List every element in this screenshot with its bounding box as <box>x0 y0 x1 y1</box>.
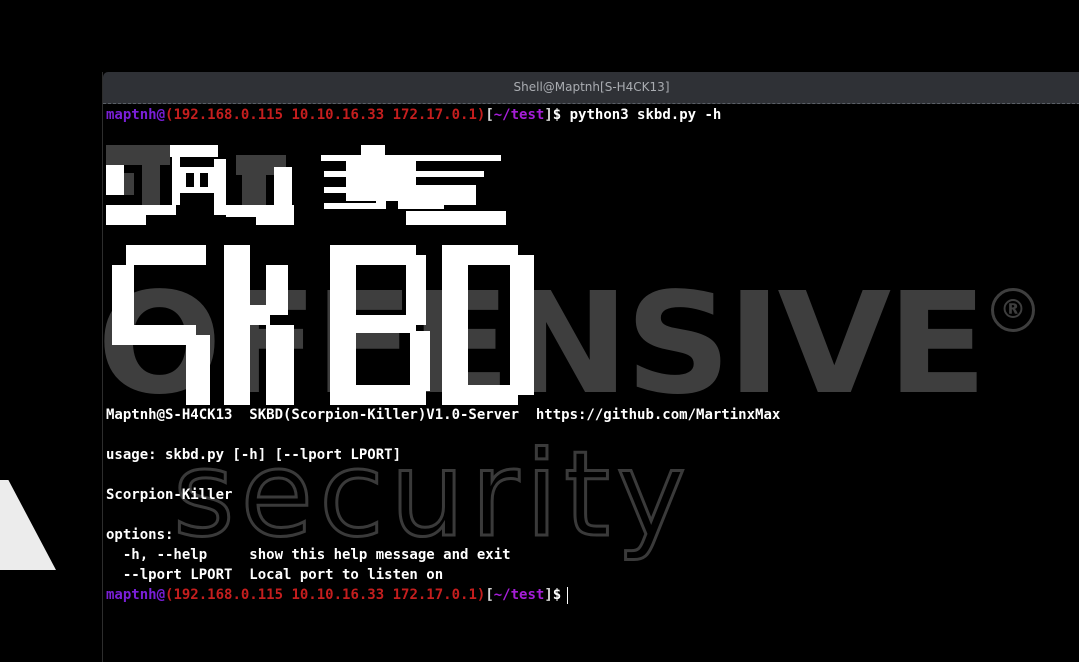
skbd-ascii-banner <box>106 145 534 405</box>
title-bar[interactable]: Shell@Maptnh[S-H4CK13] <box>103 72 1079 104</box>
window-title: Shell@Maptnh[S-H4CK13] <box>513 80 670 94</box>
usage-line: usage: skbd.py [-h] [--lport LPORT] <box>106 447 402 463</box>
watermark-registered-mark: ® <box>991 288 1035 332</box>
description-line: Scorpion-Killer <box>106 487 233 503</box>
options-header: options: <box>106 527 174 543</box>
prompt-path: ~/test <box>493 107 545 123</box>
terminal-area[interactable]: OFFENSIVE ® security maptnh@(192.168.0.1… <box>103 105 1079 662</box>
prompt-sign: $ <box>552 587 562 603</box>
terminal-window[interactable]: Shell@Maptnh[S-H4CK13] OFFENSIVE ® secur… <box>102 72 1079 662</box>
text-cursor <box>567 586 569 604</box>
option-help: -h, --help show this help message and ex… <box>106 547 511 563</box>
prompt-bracket-open: [ <box>485 107 494 123</box>
prompt-bracket-close: ] <box>544 107 553 123</box>
prompt-bracket-open: [ <box>485 587 494 603</box>
command-line: maptnh@(192.168.0.115 10.10.16.33 172.17… <box>106 105 721 125</box>
prompt-path: ~/test <box>493 587 545 603</box>
option-lport: --lport LPORT Local port to listen on <box>106 567 444 583</box>
prompt-bracket-close: ] <box>544 587 553 603</box>
typed-command: python3 skbd.py -h <box>561 107 722 123</box>
desktop-wallpaper-shape <box>0 480 56 570</box>
prompt-line[interactable]: maptnh@(192.168.0.115 10.10.16.33 172.17… <box>106 585 569 605</box>
prompt-ips: (192.168.0.115 10.10.16.33 172.17.0.1) <box>165 587 486 603</box>
prompt-ips: (192.168.0.115 10.10.16.33 172.17.0.1) <box>165 107 486 123</box>
info-line: Maptnh@S-H4CK13 SKBD(Scorpion-Killer)V1.… <box>106 407 781 423</box>
prompt-user: maptnh@ <box>106 107 166 123</box>
prompt-sign: $ <box>552 107 562 123</box>
prompt-user: maptnh@ <box>106 587 166 603</box>
